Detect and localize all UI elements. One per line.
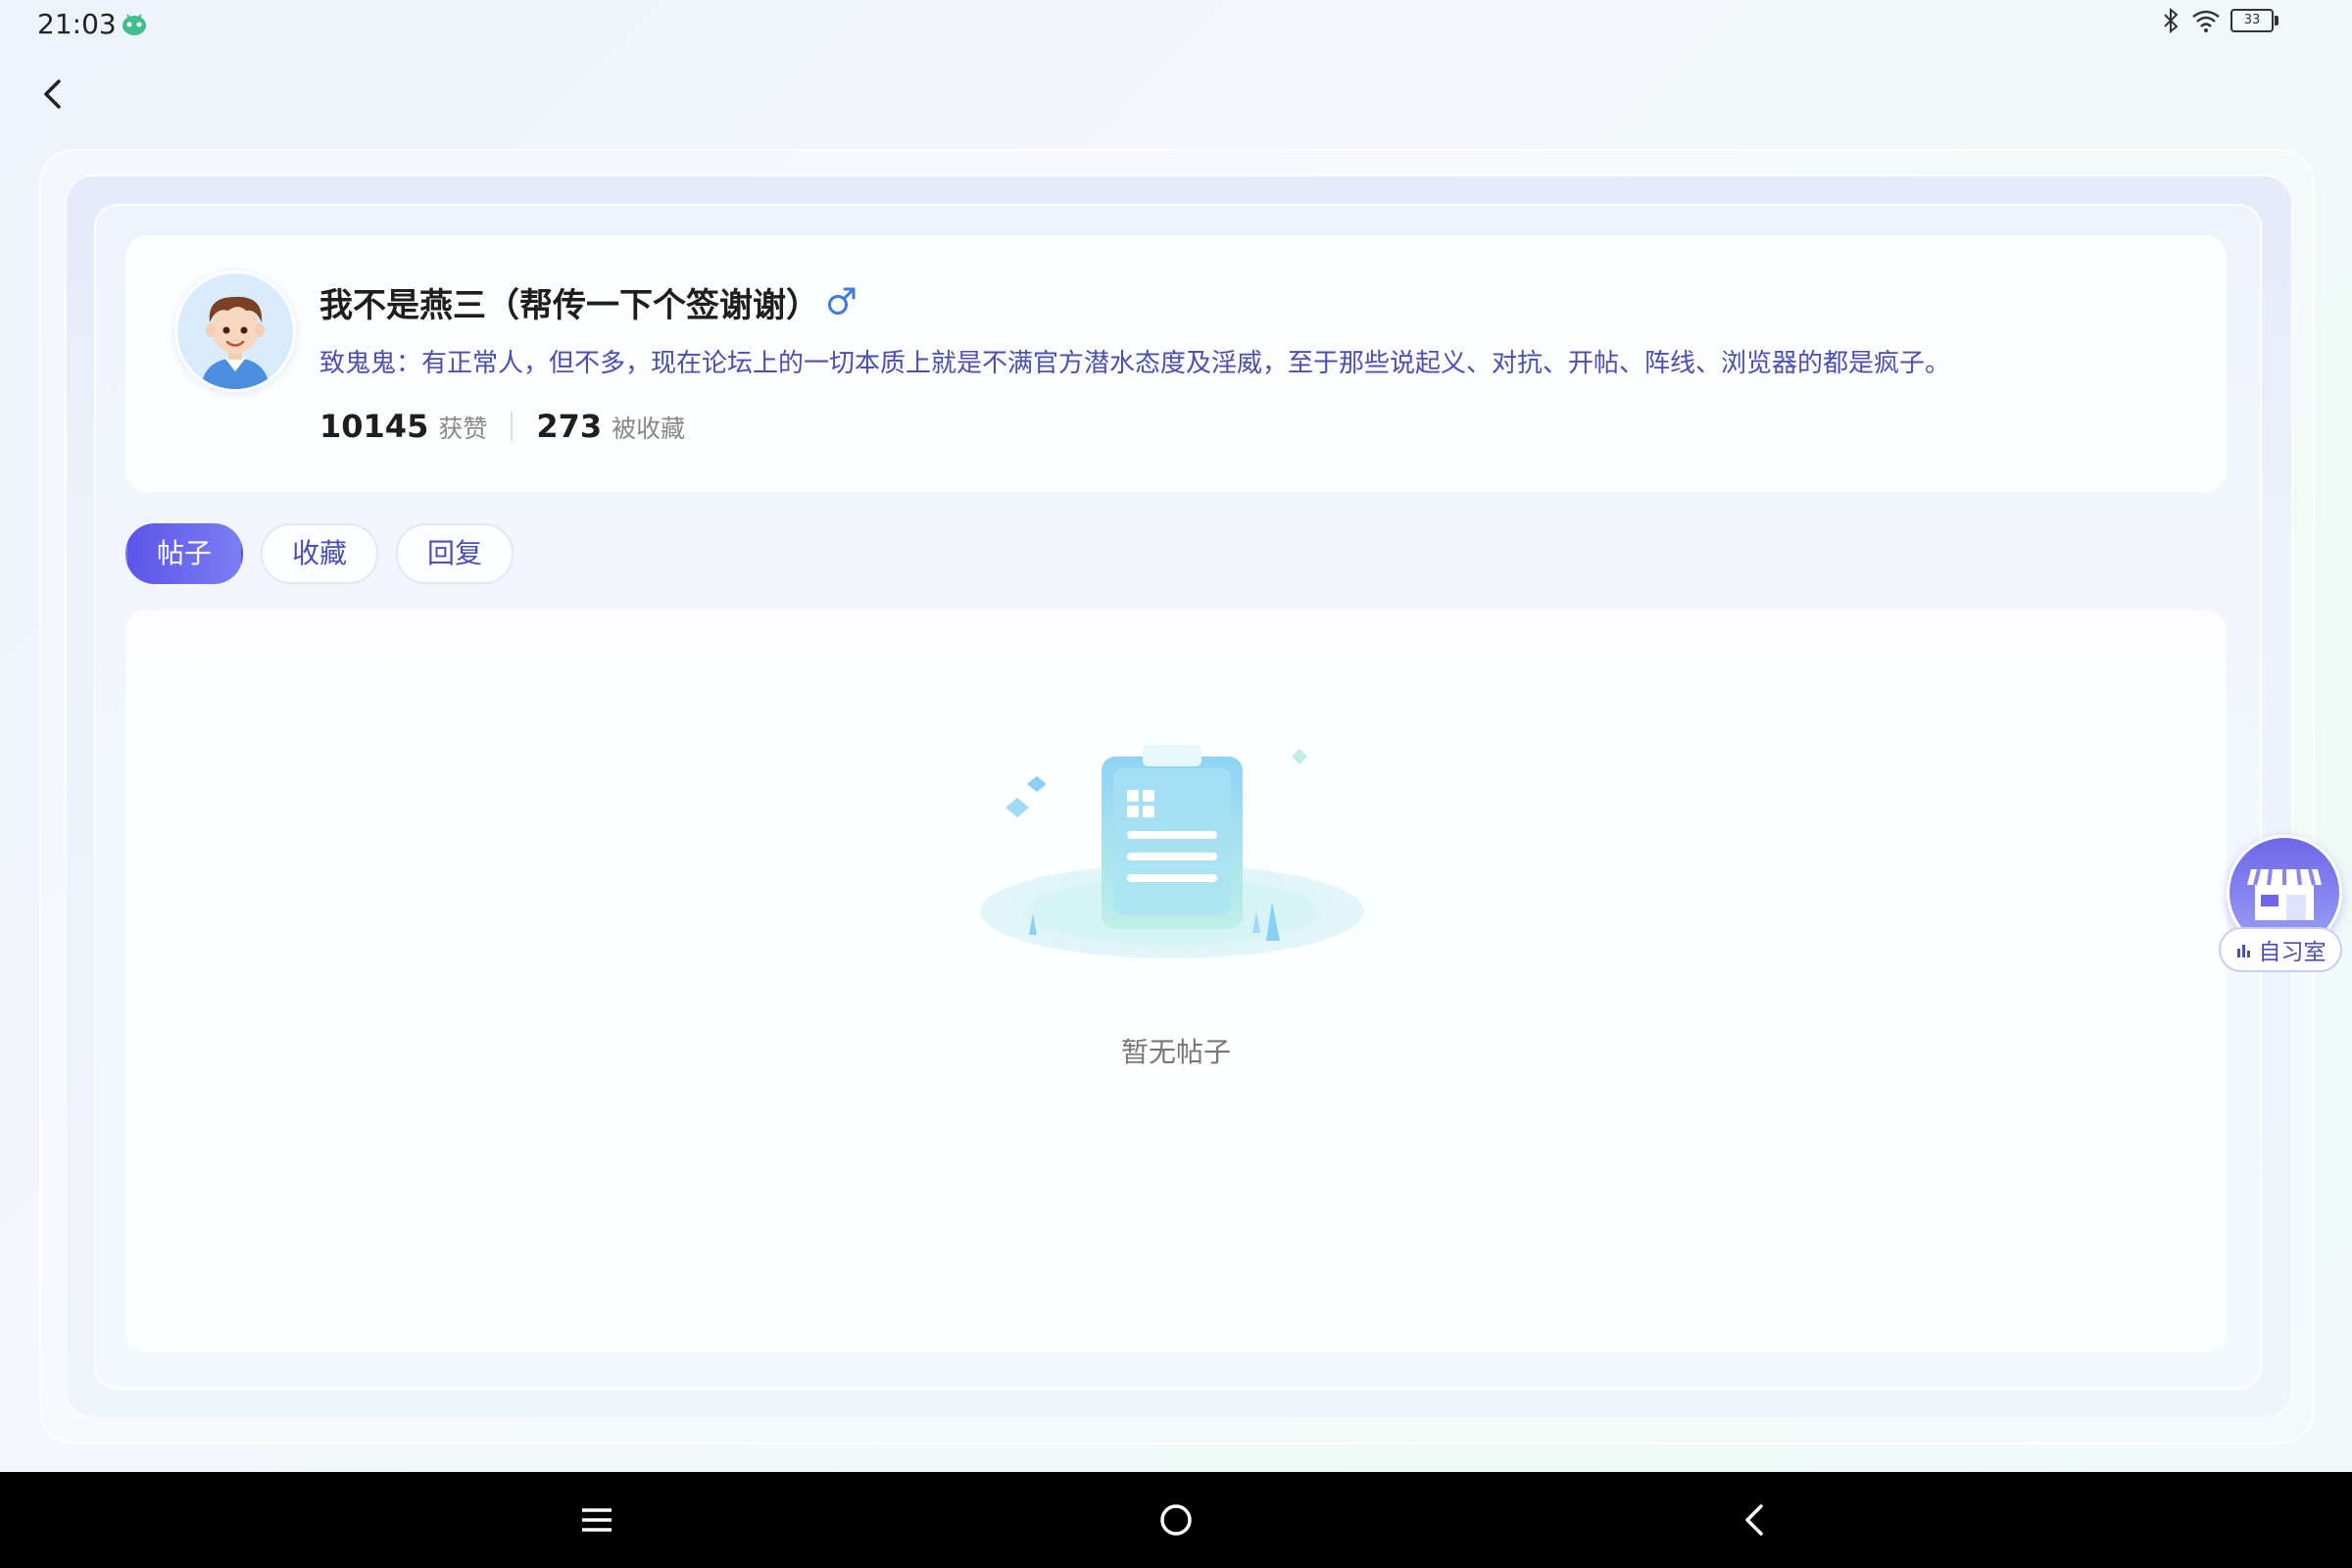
back-button[interactable] xyxy=(35,76,71,112)
bluetooth-icon xyxy=(2164,8,2179,33)
tab-bar: 帖子 收藏 回复 xyxy=(125,523,514,584)
avatar[interactable] xyxy=(174,270,296,392)
battery-indicator: 33 xyxy=(2230,9,2278,32)
study-room-widget[interactable]: 自习室 xyxy=(2219,835,2346,978)
likes-label: 获赞 xyxy=(438,415,488,443)
chevron-left-icon xyxy=(44,79,61,109)
username: 我不是燕三（帮传一下个签谢谢） xyxy=(319,286,819,325)
tab-favorites[interactable]: 收藏 xyxy=(261,523,379,584)
status-bar: 21:03 33 xyxy=(0,0,2352,49)
system-nav-bar xyxy=(0,1472,2352,1568)
boy-avatar-icon xyxy=(177,273,293,389)
stats-divider xyxy=(511,412,514,441)
status-icons: 33 xyxy=(2160,8,2278,33)
empty-state-text: 暂无帖子 xyxy=(1120,1036,1231,1068)
tab-posts[interactable]: 帖子 xyxy=(125,523,244,584)
male-symbol-icon xyxy=(828,287,856,315)
signature-text: 致鬼鬼：有正常人，但不多，现在论坛上的一切本质上就是不满官方潜水态度及淫威，至于… xyxy=(319,349,1951,378)
favorited-count: 273 xyxy=(536,408,603,445)
study-room-text: 自习室 xyxy=(2258,940,2327,965)
profile-stats: 10145 获赞 273 被收藏 xyxy=(319,408,685,445)
empty-clipboard-illustration xyxy=(980,745,1364,958)
status-time: 21:03 xyxy=(37,8,117,40)
home-circle-icon[interactable] xyxy=(1152,1495,1200,1544)
menu-icon[interactable] xyxy=(572,1495,621,1544)
android-robot-icon xyxy=(122,14,146,35)
tab-replies[interactable]: 回复 xyxy=(396,523,514,584)
likes-count: 10145 xyxy=(319,408,429,445)
wifi-icon xyxy=(2192,10,2220,32)
study-room-label: 自习室 xyxy=(2219,927,2342,972)
favorited-label: 被收藏 xyxy=(612,415,686,443)
bar-chart-icon xyxy=(2236,945,2250,957)
back-chevron-icon[interactable] xyxy=(1731,1495,1780,1544)
